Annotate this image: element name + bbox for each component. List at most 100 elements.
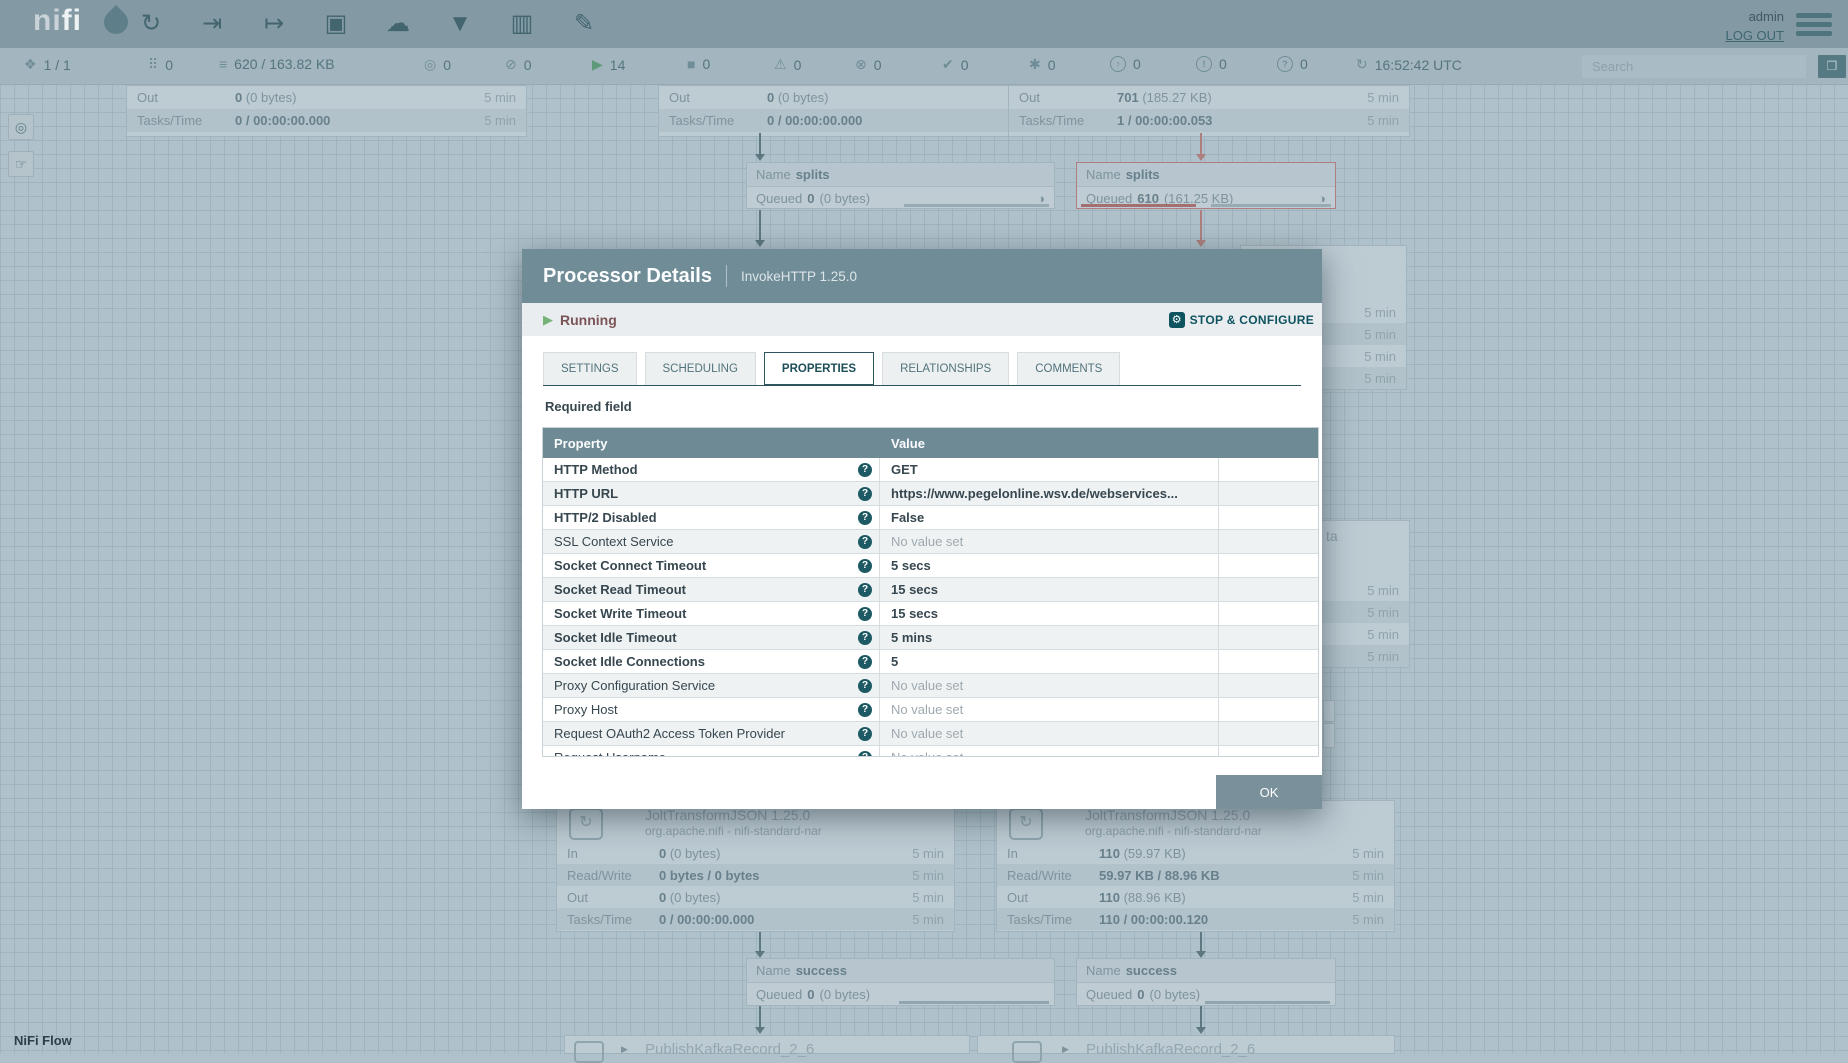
- status-queued: ≡620 / 163.82 KB: [219, 56, 335, 72]
- table-row: HTTP Method?GET: [543, 458, 1318, 482]
- app-header: nifi ↻ ⇥ ↦ ▣ ☁ ▼ ▥ ✎ admin LOG OUT: [0, 0, 1848, 48]
- breadcrumb[interactable]: NiFi Flow: [14, 1033, 72, 1048]
- processor-box[interactable]: Out701 (185.27 KB)5 min Tasks/Time1 / 00…: [1008, 85, 1410, 137]
- connection-label[interactable]: Namesuccess Queued0 (0 bytes): [1076, 958, 1336, 1006]
- global-menu-icon[interactable]: [1796, 13, 1832, 37]
- table-row: Socket Read Timeout?15 secs: [543, 578, 1318, 602]
- dialog-header: Processor Details InvokeHTTP 1.25.0: [522, 249, 1322, 303]
- help-icon[interactable]: ?: [858, 751, 872, 758]
- operate-palette-button[interactable]: ☞: [8, 151, 34, 177]
- processor-name-fragment: ta: [1326, 528, 1338, 544]
- connection-label[interactable]: Namesplits Queued0 (0 bytes)◑: [746, 162, 1055, 209]
- help-icon[interactable]: ?: [858, 463, 872, 477]
- dialog-status-bar: ▶ Running ⚙ STOP & CONFIGURE: [522, 303, 1322, 336]
- connection-line[interactable]: [759, 210, 761, 242]
- status-invalid: ⚠0: [774, 56, 801, 73]
- help-icon[interactable]: ?: [858, 607, 872, 621]
- tab-settings[interactable]: SETTINGS: [543, 352, 637, 385]
- tab-relationships[interactable]: RELATIONSHIPS: [882, 352, 1009, 385]
- help-icon[interactable]: ?: [858, 727, 872, 741]
- search-input[interactable]: [1582, 55, 1806, 78]
- help-icon[interactable]: ?: [858, 703, 872, 717]
- ok-button[interactable]: OK: [1216, 775, 1322, 809]
- required-field-note: Required field: [545, 399, 632, 414]
- output-port-icon[interactable]: ↦: [254, 9, 294, 39]
- help-icon[interactable]: ?: [858, 559, 872, 573]
- dialog-subtitle: InvokeHTTP 1.25.0: [741, 269, 857, 284]
- status-bar: ❖1 / 1 ⠿0 ≡620 / 163.82 KB ◎0 ⊘0 ▶14 ■0 …: [0, 48, 1848, 85]
- connection-arrow: [755, 154, 765, 161]
- table-row: SSL Context Service?No value set: [543, 530, 1318, 554]
- status-refresh[interactable]: ↻16:52:42 UTC: [1356, 56, 1462, 73]
- logout-link[interactable]: LOG OUT: [1725, 28, 1784, 43]
- cluster-icon: ❖: [24, 56, 37, 73]
- status-stale: ↑0: [1110, 56, 1141, 72]
- funnel-icon[interactable]: ▼: [440, 9, 480, 39]
- template-icon[interactable]: ▥: [502, 9, 542, 39]
- current-user: admin: [1749, 9, 1784, 24]
- dialog-title: Processor Details: [543, 265, 712, 288]
- nifi-drop-icon: [99, 5, 133, 39]
- column-value: Value: [880, 428, 1219, 458]
- processor-box[interactable]: ▶ PublishKafkaRecord_2_6: [977, 1035, 1395, 1054]
- transmitting-icon: ◎: [424, 56, 436, 73]
- table-row: Request OAuth2 Access Token Provider?No …: [543, 722, 1318, 746]
- processor-icon[interactable]: ↻: [131, 9, 171, 39]
- threads-icon: ⠿: [148, 56, 158, 73]
- connection-label[interactable]: Namesuccess Queued0 (0 bytes): [746, 958, 1055, 1006]
- help-icon[interactable]: ?: [858, 535, 872, 549]
- help-icon[interactable]: ?: [858, 631, 872, 645]
- connection-label[interactable]: Namesplits Queued610 (161.25 KB)◑: [1076, 162, 1336, 209]
- connection-line[interactable]: [1200, 133, 1202, 155]
- status-not-transmitting: ⊘0: [505, 56, 532, 73]
- process-group-icon[interactable]: ▣: [316, 9, 356, 39]
- navigate-palette-button[interactable]: ◎: [8, 114, 34, 140]
- table-row: HTTP URL?https://www.pegelonline.wsv.de/…: [543, 482, 1318, 506]
- input-port-icon[interactable]: ⇥: [192, 9, 232, 39]
- processor-icon: [1012, 1041, 1042, 1063]
- processor-icon: [574, 1041, 604, 1063]
- processor-name: PublishKafkaRecord_2_6: [645, 1041, 814, 1058]
- help-icon[interactable]: ?: [858, 511, 872, 525]
- properties-table: Property Value HTTP Method?GET HTTP URL?…: [542, 427, 1319, 757]
- search-panel-button[interactable]: ❒: [1818, 55, 1846, 78]
- processor-box[interactable]: Out0 (0 bytes)5 min Tasks/Time0 / 00:00:…: [126, 85, 527, 137]
- connection-line[interactable]: [1200, 210, 1202, 242]
- status-cluster: ❖1 / 1: [24, 56, 71, 73]
- label-icon[interactable]: ✎: [564, 9, 604, 39]
- tab-comments[interactable]: COMMENTS: [1017, 352, 1120, 385]
- processor-box[interactable]: ↻ JoltTransformJSON 1.25.0 org.apache.ni…: [556, 800, 955, 932]
- sync-failure-icon: ?: [1277, 56, 1293, 72]
- processor-name: PublishKafkaRecord_2_6: [1086, 1041, 1255, 1058]
- run-status-icon: ▶: [1062, 1044, 1069, 1055]
- remote-process-group-icon[interactable]: ☁: [378, 9, 418, 39]
- help-icon[interactable]: ?: [858, 679, 872, 693]
- tab-scheduling[interactable]: SCHEDULING: [645, 352, 756, 385]
- processor-icon: ↻: [569, 808, 603, 840]
- gear-icon: ⚙: [1169, 312, 1185, 328]
- run-status-icon: ▶: [621, 1044, 628, 1055]
- connection-arrow: [1196, 951, 1206, 958]
- tab-properties[interactable]: PROPERTIES: [764, 352, 874, 385]
- table-row: Socket Connect Timeout?5 secs: [543, 554, 1318, 578]
- status-up-to-date: ✔0: [942, 56, 969, 73]
- processor-details-dialog: Processor Details InvokeHTTP 1.25.0 ▶ Ru…: [522, 249, 1322, 809]
- navigate-icon: ◎: [15, 119, 27, 135]
- processor-bundle: org.apache.nifi - nifi-standard-nar: [645, 824, 822, 838]
- processor-box[interactable]: ↻ JoltTransformJSON 1.25.0 org.apache.ni…: [996, 800, 1395, 932]
- processor-icon: ↻: [1009, 808, 1043, 840]
- table-row: Request Username?No value set: [543, 746, 1318, 757]
- nifi-logo: nifi: [33, 4, 82, 38]
- invalid-icon: ⚠: [774, 56, 787, 73]
- connection-line[interactable]: [759, 133, 761, 155]
- status-transmitting: ◎0: [424, 56, 451, 73]
- status-active-threads: ⠿0: [148, 56, 173, 73]
- stop-and-configure-button[interactable]: ⚙ STOP & CONFIGURE: [1169, 312, 1314, 328]
- stale-icon: ↑: [1110, 56, 1126, 72]
- help-icon[interactable]: ?: [858, 487, 872, 501]
- help-icon[interactable]: ?: [858, 655, 872, 669]
- help-icon[interactable]: ?: [858, 583, 872, 597]
- running-icon: ▶: [543, 312, 553, 328]
- processor-box[interactable]: ▶ PublishKafkaRecord_2_6: [564, 1035, 970, 1054]
- panel-icon: ❒: [1827, 59, 1838, 73]
